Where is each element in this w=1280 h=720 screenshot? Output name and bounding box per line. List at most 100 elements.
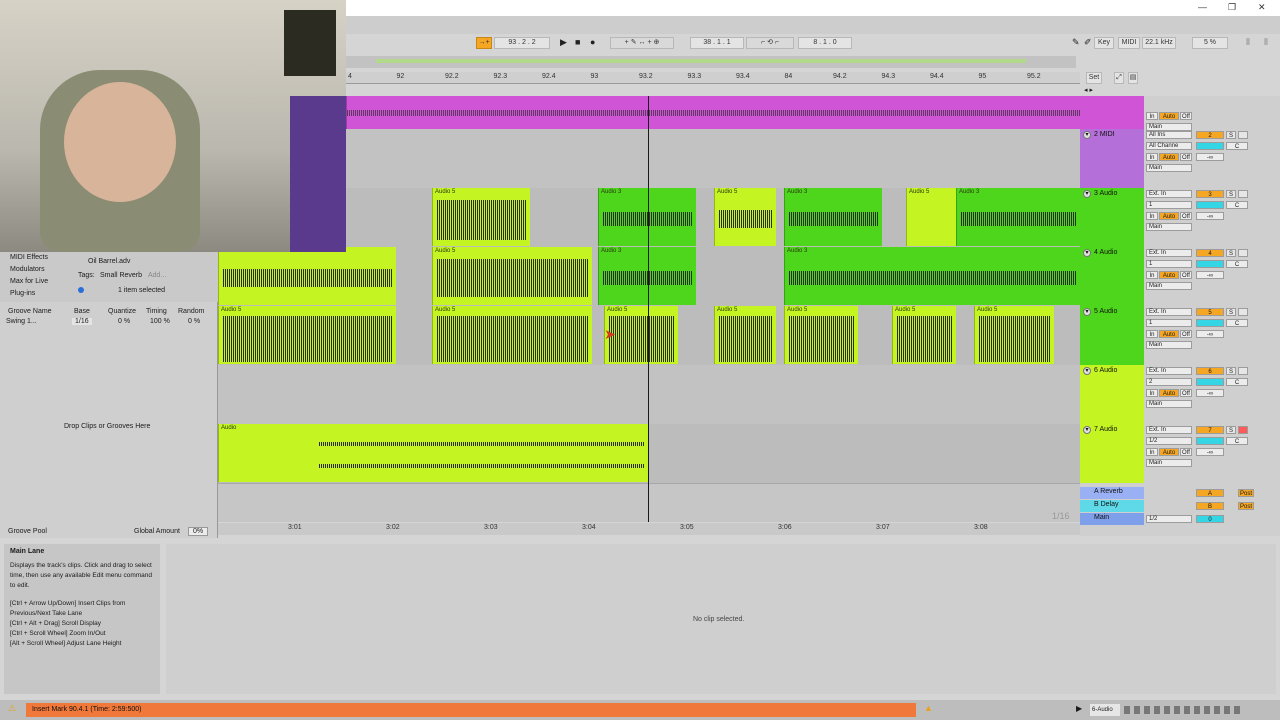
browser-item-modulators[interactable]: Modulators: [10, 266, 45, 273]
return-track-header[interactable]: B Delay: [1080, 500, 1144, 512]
monitor-in-button[interactable]: In: [1146, 153, 1158, 161]
audio-clip[interactable]: Audio 5: [432, 306, 592, 364]
tag-chip[interactable]: Small Reverb: [100, 272, 142, 279]
arm-button[interactable]: [1238, 249, 1248, 257]
arm-button[interactable]: [1238, 367, 1248, 375]
track-lane-1[interactable]: [218, 96, 1080, 129]
key-map-button[interactable]: Key: [1094, 37, 1114, 49]
midi-clip[interactable]: [346, 96, 1080, 129]
record-icon[interactable]: ●: [590, 36, 595, 49]
output-select[interactable]: Main: [1146, 341, 1192, 349]
io-icon[interactable]: ⦀: [1264, 36, 1268, 49]
input-type-select[interactable]: Ext. In: [1146, 426, 1192, 434]
track-lane-2[interactable]: [218, 129, 1080, 188]
track-activator-button[interactable]: 7: [1196, 426, 1224, 434]
return-track-header[interactable]: A Reverb: [1080, 487, 1144, 499]
grid-setting[interactable]: 1/16: [1052, 511, 1070, 521]
audio-clip[interactable]: Audio 3: [598, 247, 696, 305]
output-select[interactable]: Main: [1146, 400, 1192, 408]
restore-button[interactable]: ❐: [1228, 2, 1236, 13]
input-type-select[interactable]: Ext. In: [1146, 308, 1192, 316]
arm-button[interactable]: [1238, 190, 1248, 198]
input-type-select[interactable]: Ext. In: [1146, 249, 1192, 257]
solo-button[interactable]: S: [1226, 249, 1236, 257]
main-volume-field[interactable]: 0: [1196, 515, 1224, 523]
arrangement-position-field[interactable]: 38 . 1 . 1: [690, 37, 744, 49]
mixer-toggle-icon[interactable]: ▤: [1128, 72, 1138, 84]
track-name[interactable]: 3 Audio: [1094, 190, 1117, 197]
track-header[interactable]: ▾ 4 Audio: [1080, 247, 1144, 306]
input-channel-select[interactable]: 1: [1146, 201, 1192, 209]
groove-follow-button[interactable]: →+: [476, 37, 492, 49]
track-activator-icon[interactable]: ▾: [1083, 190, 1091, 198]
loop-length-field[interactable]: 8 . 1 . 0: [798, 37, 852, 49]
track-header[interactable]: ▾ 3 Audio: [1080, 188, 1144, 247]
midi-map-button[interactable]: MIDI: [1118, 37, 1140, 49]
track-header[interactable]: ▾ 2 MIDI: [1080, 129, 1144, 188]
monitor-off-button[interactable]: Off: [1180, 112, 1192, 120]
monitor-auto-button[interactable]: Auto: [1159, 448, 1179, 456]
monitor-in-button[interactable]: In: [1146, 112, 1158, 120]
arm-button[interactable]: [1238, 131, 1248, 139]
volume-field[interactable]: [1196, 142, 1224, 150]
pan-field[interactable]: C: [1226, 142, 1248, 150]
input-channel-select[interactable]: 1/2: [1146, 437, 1192, 445]
main-output-select[interactable]: 1/2: [1146, 515, 1192, 523]
arrangement-view[interactable]: Audio 5 Audio 3 Audio 5 Audio 3 Audio 5 …: [218, 96, 1080, 522]
track-activator-icon[interactable]: ▾: [1083, 249, 1091, 257]
add-tag-button[interactable]: Add...: [148, 272, 166, 279]
play-icon[interactable]: ▶: [1076, 704, 1082, 713]
solo-button[interactable]: S: [1226, 367, 1236, 375]
arm-button[interactable]: [1238, 308, 1248, 316]
track-name[interactable]: 5 Audio: [1094, 308, 1117, 315]
monitor-off-button[interactable]: Off: [1180, 389, 1192, 397]
status-controls[interactable]: [1124, 706, 1244, 714]
track-activator-button[interactable]: 4: [1196, 249, 1224, 257]
browser-item-max-for-live[interactable]: Max for Live: [10, 278, 48, 285]
volume-field[interactable]: [1196, 437, 1224, 445]
track-activator-button[interactable]: 6: [1196, 367, 1224, 375]
track-lane-4[interactable]: Audio 5 Audio 5 Audio 3 Audio 3: [218, 247, 1080, 306]
audio-clip[interactable]: Audio 5: [784, 306, 858, 364]
monitor-off-button[interactable]: Off: [1180, 212, 1192, 220]
return-track-name[interactable]: B Delay: [1094, 501, 1119, 508]
groove-row-name[interactable]: Swing 1...: [6, 318, 37, 325]
groove-timing-value[interactable]: 100 %: [150, 318, 170, 325]
track-lane-3[interactable]: Audio 5 Audio 3 Audio 5 Audio 3 Audio 5 …: [218, 188, 1080, 247]
audio-clip[interactable]: Audio 5: [892, 306, 956, 364]
monitor-off-button[interactable]: Off: [1180, 271, 1192, 279]
clip-detail-view[interactable]: No clip selected.: [166, 544, 1276, 694]
song-position-field[interactable]: 93 . 2 . 2: [494, 37, 550, 49]
solo-button[interactable]: S: [1226, 426, 1236, 434]
track-header[interactable]: ▾ 6 Audio: [1080, 365, 1144, 424]
audio-clip[interactable]: Audio 5: [432, 188, 530, 246]
output-select[interactable]: Main: [1146, 459, 1192, 467]
groove-drop-zone[interactable]: Drop Clips or Grooves Here: [64, 423, 150, 430]
browser-item-plug-ins[interactable]: Plug-ins: [10, 290, 35, 297]
track-lane-5[interactable]: Audio 5 Audio 5 Audio 5 Audio 5 Audio 5 …: [218, 306, 1080, 365]
locator-nav-icons[interactable]: ◂ ▸: [1084, 86, 1093, 94]
minimize-button[interactable]: —: [1198, 2, 1207, 12]
track-activator-icon[interactable]: ▾: [1083, 367, 1091, 375]
pan-field[interactable]: C: [1226, 260, 1248, 268]
audio-clip[interactable]: Audio 5: [714, 306, 776, 364]
return-track-name[interactable]: Main: [1094, 514, 1109, 521]
global-amount-field[interactable]: 0%: [188, 527, 208, 536]
pan-field[interactable]: C: [1226, 201, 1248, 209]
draw-icon[interactable]: ✐: [1084, 36, 1092, 49]
return-lanes[interactable]: [218, 483, 1080, 522]
loop-controls[interactable]: ⌐ ⟲ ⌐: [746, 37, 794, 49]
pan-field[interactable]: C: [1226, 319, 1248, 327]
monitor-in-button[interactable]: In: [1146, 212, 1158, 220]
monitor-auto-button[interactable]: Auto: [1159, 153, 1179, 161]
volume-field[interactable]: [1196, 319, 1224, 327]
monitor-auto-button[interactable]: Auto: [1159, 271, 1179, 279]
track-lane-6[interactable]: [218, 365, 1080, 424]
arrangement-overview[interactable]: [346, 56, 1076, 68]
follow-icon[interactable]: ⤢: [1114, 72, 1124, 84]
track-activator-icon[interactable]: ▾: [1083, 308, 1091, 316]
audio-clip[interactable]: Audio 5: [714, 188, 776, 246]
audio-clip[interactable]: Audio 3: [784, 247, 1080, 305]
return-track-name[interactable]: A Reverb: [1094, 488, 1123, 495]
track-header[interactable]: [1080, 96, 1144, 129]
